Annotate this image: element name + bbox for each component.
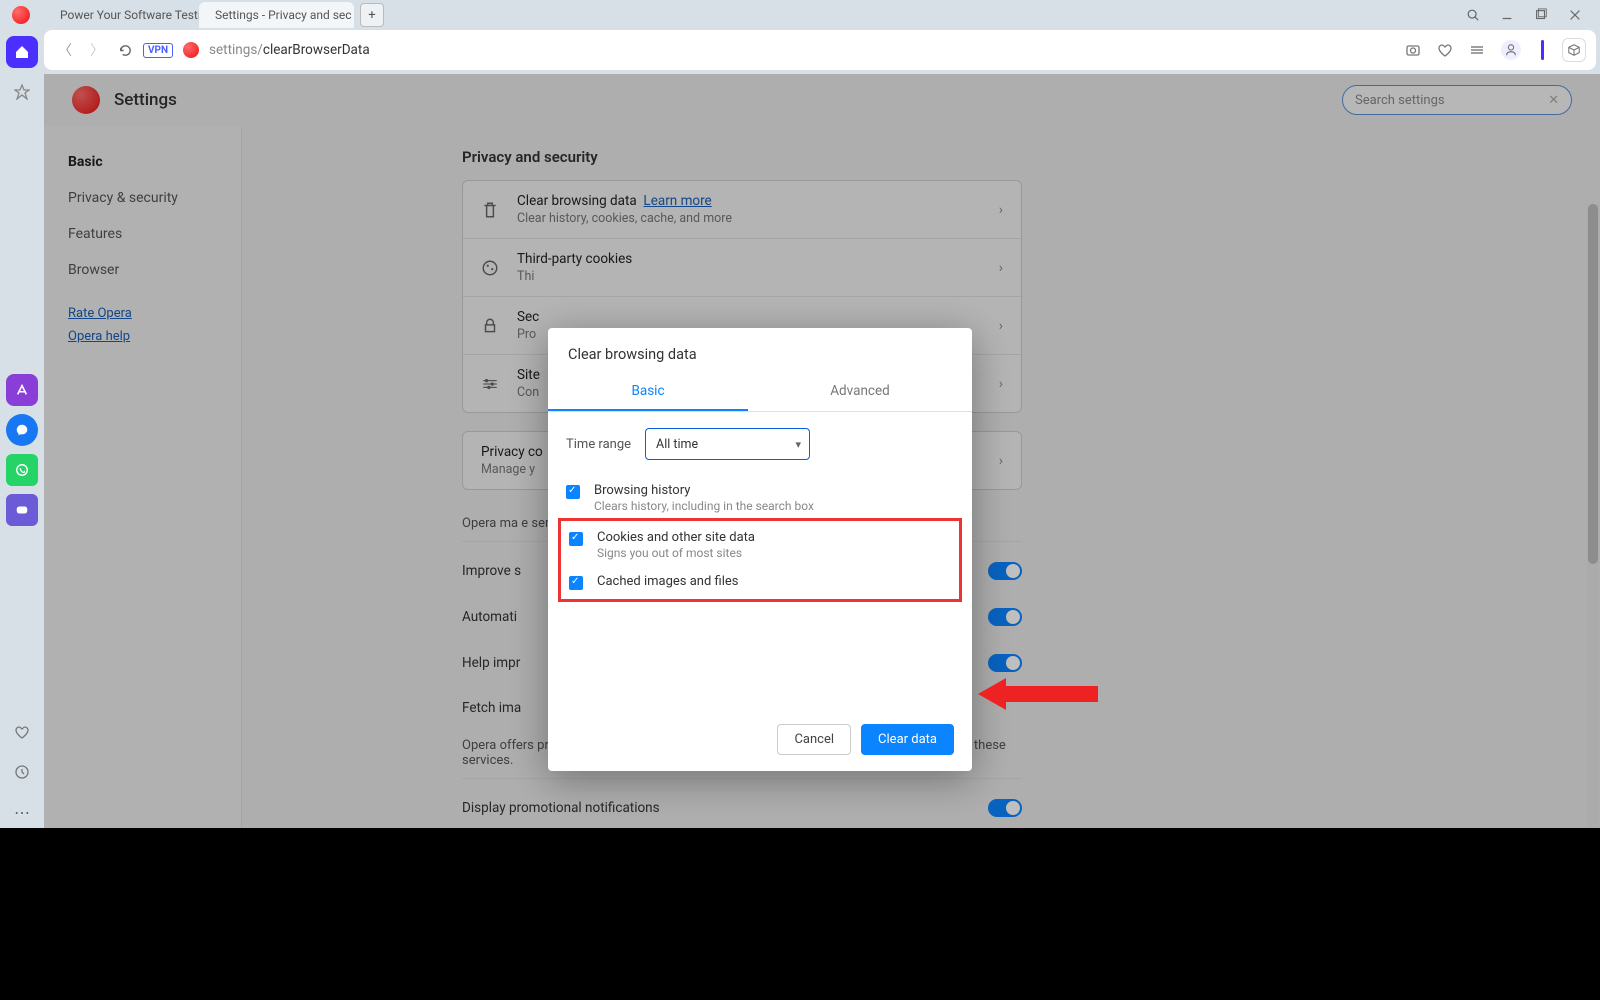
tab-advanced[interactable]: Advanced bbox=[748, 373, 972, 411]
sliders-icon bbox=[481, 375, 501, 393]
history-icon[interactable] bbox=[6, 756, 38, 788]
search-settings-input[interactable]: Search settings ✕ bbox=[1342, 85, 1572, 115]
discord-app-icon[interactable] bbox=[6, 494, 38, 526]
titlebar: Power Your Software Testi Settings - Pri… bbox=[0, 0, 1600, 30]
third-party-row[interactable]: Third-party cookiesThi › bbox=[463, 239, 1021, 297]
heart-addr-icon[interactable] bbox=[1437, 42, 1453, 58]
messenger-app-icon[interactable] bbox=[6, 414, 38, 446]
vpn-badge[interactable]: VPN bbox=[143, 43, 173, 58]
clear-browsing-dialog: Clear browsing data Basic Advanced Time … bbox=[548, 328, 972, 771]
nav-basic[interactable]: Basic bbox=[68, 144, 241, 180]
new-tab-button[interactable]: + bbox=[360, 3, 384, 27]
clear-browsing-row[interactable]: Clear browsing data Learn more Clear his… bbox=[463, 181, 1021, 239]
time-range-label: Time range bbox=[566, 437, 631, 452]
tab-title: Settings - Privacy and sec bbox=[215, 8, 352, 22]
checkbox-browsing-history[interactable]: Browsing historyClears history, includin… bbox=[566, 476, 954, 520]
toggle-switch-icon bbox=[988, 562, 1022, 580]
page-title: Settings bbox=[114, 90, 177, 110]
clear-search-icon[interactable]: ✕ bbox=[1548, 93, 1559, 108]
opera-window: Power Your Software Testi Settings - Pri… bbox=[0, 0, 1600, 828]
chevron-right-icon: › bbox=[999, 260, 1003, 276]
toggle-switch-icon bbox=[988, 608, 1022, 626]
toggle-promo-notif[interactable]: Display promotional notifications bbox=[462, 785, 1022, 828]
url-text[interactable]: settings/clearBrowserData bbox=[209, 42, 1395, 58]
tab-basic[interactable]: Basic bbox=[548, 373, 748, 411]
sidebar-rail: ⋯ bbox=[0, 30, 44, 828]
dialog-tabs: Basic Advanced bbox=[548, 373, 972, 412]
highlight-box: Cookies and other site dataSigns you out… bbox=[558, 518, 962, 602]
chevron-right-icon: › bbox=[999, 453, 1003, 469]
checkbox-cached[interactable]: Cached images and files bbox=[561, 567, 959, 597]
search-tabs-icon[interactable] bbox=[1466, 8, 1480, 22]
checkbox-icon[interactable] bbox=[566, 485, 580, 499]
tab-title: Power Your Software Testi bbox=[60, 8, 199, 22]
scrollbar[interactable] bbox=[1587, 204, 1599, 828]
section-privacy-title: Privacy and security bbox=[462, 148, 1600, 166]
pinboard-icon[interactable] bbox=[6, 76, 38, 108]
forward-icon: 〉 bbox=[86, 40, 108, 60]
nav-privacy[interactable]: Privacy & security bbox=[68, 180, 241, 216]
more-icon[interactable]: ⋯ bbox=[6, 796, 38, 828]
checkbox-cookies[interactable]: Cookies and other site dataSigns you out… bbox=[561, 523, 959, 567]
opera-menu-icon[interactable] bbox=[12, 6, 30, 24]
clear-data-button[interactable]: Clear data bbox=[861, 724, 954, 755]
chevron-right-icon: › bbox=[999, 376, 1003, 392]
address-bar: 〈 〉 VPN settings/clearBrowserData bbox=[44, 30, 1596, 70]
checkbox-icon[interactable] bbox=[569, 576, 583, 590]
opera-help-link[interactable]: Opera help bbox=[68, 329, 241, 344]
chevron-right-icon: › bbox=[999, 202, 1003, 218]
maximize-icon[interactable] bbox=[1534, 8, 1548, 22]
aria-app-icon[interactable] bbox=[6, 374, 38, 406]
learn-more-link[interactable]: Learn more bbox=[643, 193, 711, 209]
settings-content: Settings Search settings ✕ Basic Privacy… bbox=[44, 74, 1600, 828]
settings-header: Settings Search settings ✕ bbox=[44, 74, 1600, 126]
opera-logo-icon bbox=[72, 86, 100, 114]
nav-features[interactable]: Features bbox=[68, 216, 241, 252]
lock-icon bbox=[481, 317, 501, 335]
minimize-icon[interactable] bbox=[1500, 8, 1514, 22]
cancel-button[interactable]: Cancel bbox=[777, 724, 851, 755]
checkbox-icon[interactable] bbox=[569, 532, 583, 546]
home-button[interactable] bbox=[6, 36, 38, 68]
cookie-icon bbox=[481, 259, 501, 277]
settings-side-nav: Basic Privacy & security Features Browse… bbox=[44, 126, 242, 828]
easy-setup-icon[interactable] bbox=[1469, 42, 1485, 58]
tab-2-active[interactable]: Settings - Privacy and sec ✕ bbox=[199, 2, 354, 28]
tab-1[interactable]: Power Your Software Testi bbox=[44, 2, 199, 28]
nav-browser[interactable]: Browser bbox=[68, 252, 241, 288]
extensions-icon[interactable] bbox=[1562, 38, 1586, 62]
snapshot-icon[interactable] bbox=[1405, 42, 1421, 58]
chevron-right-icon: › bbox=[999, 318, 1003, 334]
toggle-switch-icon bbox=[988, 654, 1022, 672]
close-window-icon[interactable] bbox=[1568, 8, 1582, 22]
dialog-title: Clear browsing data bbox=[548, 328, 972, 373]
rate-opera-link[interactable]: Rate Opera bbox=[68, 306, 241, 321]
whatsapp-app-icon[interactable] bbox=[6, 454, 38, 486]
accent-pipe bbox=[1541, 40, 1544, 60]
profile-icon[interactable] bbox=[1501, 40, 1521, 60]
back-icon[interactable]: 〈 bbox=[54, 40, 76, 60]
heart-icon[interactable] bbox=[6, 716, 38, 748]
toggle-switch-icon bbox=[988, 799, 1022, 817]
opera-site-icon bbox=[183, 42, 199, 58]
trash-icon bbox=[481, 201, 501, 219]
window-controls bbox=[1466, 8, 1594, 22]
annotation-arrow-icon bbox=[978, 678, 1098, 710]
reload-icon[interactable] bbox=[118, 43, 133, 58]
time-range-select[interactable]: All time bbox=[645, 428, 810, 460]
